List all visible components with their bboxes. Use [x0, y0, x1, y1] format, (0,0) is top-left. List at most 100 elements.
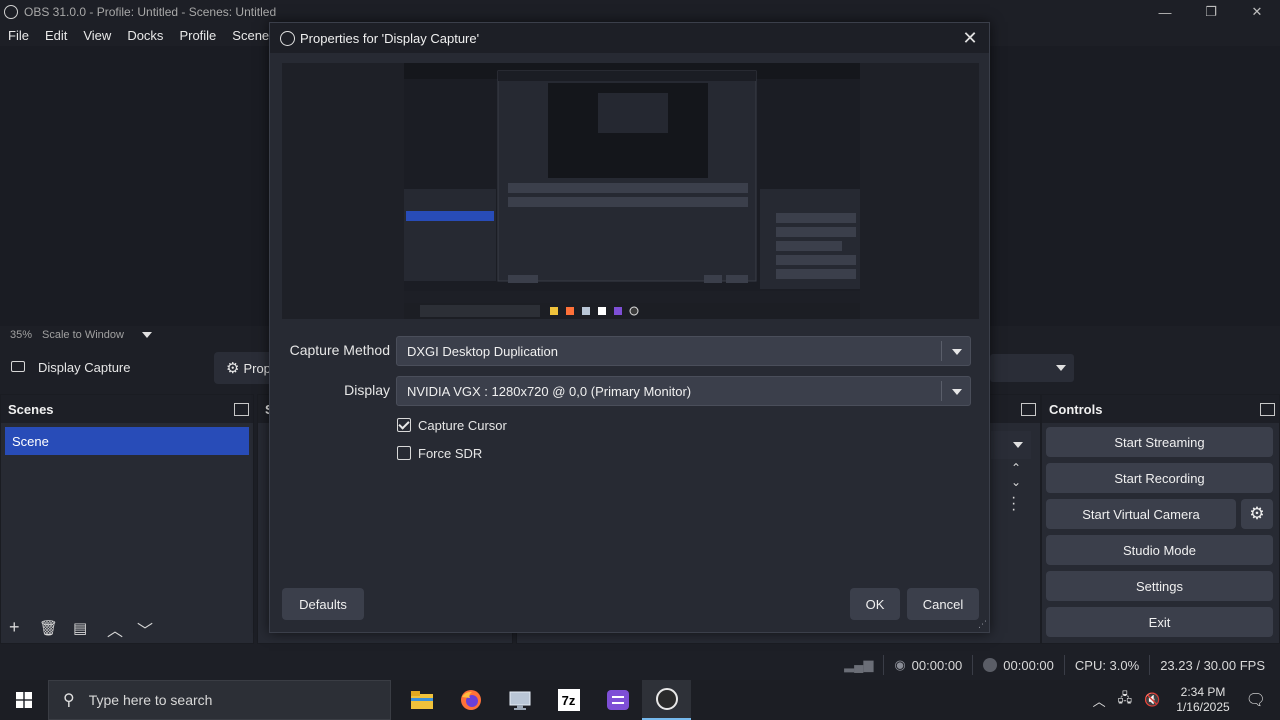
- capture-cursor-checkbox[interactable]: [397, 418, 411, 432]
- capture-method-value: DXGI Desktop Duplication: [407, 343, 559, 359]
- selected-source-label: Display Capture: [38, 360, 131, 375]
- obs-logo-icon: [280, 30, 295, 46]
- combo-separator: [941, 381, 942, 401]
- scale-dropdown-icon[interactable]: [141, 332, 152, 338]
- system-tray: ︿ 🖧 🔇 2:34 PM 1/16/2025 🗨: [1087, 680, 1280, 720]
- scale-percent: 35%: [10, 329, 33, 341]
- combo-separator: [941, 341, 942, 361]
- menu-docks[interactable]: Docks: [119, 28, 171, 43]
- window-titlebar: OBS 31.0.0 - Profile: Untitled - Scenes:…: [0, 0, 1280, 24]
- controls-dock-header: Controls: [1042, 395, 1279, 423]
- capture-cursor-label[interactable]: Capture Cursor: [418, 418, 507, 433]
- capture-method-select[interactable]: DXGI Desktop Duplication: [396, 336, 971, 366]
- windows-taskbar: ⚲ Type here to search 7z ︿ 🖧 🔇 2:34 PM 1…: [0, 680, 1280, 720]
- dialog-close-icon[interactable]: ✕: [957, 25, 983, 51]
- force-sdr-label[interactable]: Force SDR: [418, 446, 482, 461]
- scene-filters-icon[interactable]: ▤: [73, 619, 87, 637]
- record-time: 00:00:00: [1003, 657, 1054, 673]
- more-options-icon[interactable]: · · ·: [1011, 490, 1016, 518]
- obs-logo-icon: [4, 5, 18, 19]
- show-hidden-icons-icon[interactable]: ︿: [1087, 691, 1112, 710]
- source-toolbar-combo[interactable]: [990, 354, 1074, 382]
- network-icon[interactable]: 🖧: [1112, 689, 1139, 711]
- menu-file[interactable]: File: [0, 28, 37, 43]
- close-window-button[interactable]: ✕: [1234, 0, 1280, 24]
- scale-mode[interactable]: Scale to Window: [42, 329, 124, 341]
- exit-button[interactable]: Exit: [1046, 607, 1273, 637]
- stream-time: 00:00:00: [911, 657, 963, 673]
- controls-dock-title: Controls: [1049, 401, 1103, 417]
- undock-icon[interactable]: [1260, 403, 1275, 416]
- network-signal-icon: ▂▄▆: [844, 657, 874, 672]
- notifications-icon[interactable]: 🗨: [1240, 690, 1280, 710]
- cpu-usage: CPU: 3.0%: [1074, 657, 1140, 673]
- ok-button[interactable]: OK: [850, 588, 900, 620]
- chevron-down-icon: [1056, 365, 1066, 371]
- force-sdr-checkbox[interactable]: [397, 446, 411, 460]
- chevron-down-icon: [950, 345, 964, 359]
- move-up-icon[interactable]: ︿: [107, 617, 123, 641]
- recursive-capture-thumbnail: [404, 63, 860, 319]
- clock-time: 2:34 PM: [1180, 685, 1226, 699]
- dialog-titlebar: Properties for 'Display Capture' ✕: [270, 23, 989, 53]
- duration-spin-icon[interactable]: ⌃ ⌄: [1011, 461, 1021, 489]
- search-icon: ⚲: [63, 692, 75, 709]
- capture-method-label: Capture Method: [289, 342, 390, 358]
- remove-scene-icon[interactable]: 🗑: [39, 619, 58, 637]
- chevron-down-icon: [1013, 442, 1023, 448]
- remote-desktop-icon[interactable]: [495, 680, 544, 720]
- desktop-capture-preview-image: [404, 63, 860, 319]
- move-down-icon[interactable]: ﹀: [137, 617, 153, 641]
- properties-button[interactable]: ⚙ Prop: [214, 352, 274, 384]
- scene-list-item[interactable]: Scene: [5, 427, 249, 455]
- 7zip-icon[interactable]: 7z: [544, 680, 593, 720]
- cancel-button[interactable]: Cancel: [907, 588, 979, 620]
- clock-date: 1/16/2025: [1176, 700, 1230, 714]
- properties-button-label: Prop: [243, 360, 271, 376]
- menu-view[interactable]: View: [75, 28, 119, 43]
- fps-readout: 23.23 / 30.00 FPS: [1160, 657, 1265, 673]
- scenes-dock-header: Scenes: [1, 395, 253, 423]
- add-scene-icon[interactable]: +: [9, 617, 20, 638]
- window-title: OBS 31.0.0 - Profile: Untitled - Scenes:…: [24, 5, 277, 19]
- gear-icon: ⚙: [226, 360, 240, 377]
- settings-button[interactable]: Settings: [1046, 571, 1273, 601]
- display-value: NVIDIA VGX : 1280x720 @ 0,0 (Primary Mon…: [407, 383, 692, 399]
- undock-icon[interactable]: [1021, 403, 1036, 416]
- status-bar: ▂▄▆ ◉ 00:00:00 00:00:00 CPU: 3.0% 23.23 …: [0, 650, 1280, 680]
- firefox-icon[interactable]: [446, 680, 495, 720]
- chevron-down-icon: [950, 385, 964, 399]
- resize-grip-icon[interactable]: ⋰: [978, 619, 987, 630]
- menu-edit[interactable]: Edit: [37, 28, 75, 43]
- studio-mode-button[interactable]: Studio Mode: [1046, 535, 1273, 565]
- record-status: 00:00:00: [973, 658, 1064, 673]
- display-select[interactable]: NVIDIA VGX : 1280x720 @ 0,0 (Primary Mon…: [396, 376, 971, 406]
- properties-dialog: Properties for 'Display Capture' ✕ Captu…: [269, 22, 990, 633]
- system-clock[interactable]: 2:34 PM 1/16/2025: [1176, 685, 1229, 715]
- minimize-button[interactable]: —: [1142, 0, 1188, 24]
- obs-icon[interactable]: [642, 680, 691, 720]
- defaults-button[interactable]: Defaults: [282, 588, 364, 620]
- scenes-dock-title: Scenes: [8, 401, 54, 417]
- start-button[interactable]: [0, 680, 48, 720]
- scenes-dock: Scenes Scene + 🗑 ▤ ︿ ﹀: [0, 394, 254, 644]
- start-recording-button[interactable]: Start Recording: [1046, 463, 1273, 493]
- undock-icon[interactable]: [234, 403, 249, 416]
- restore-button[interactable]: ❐: [1188, 0, 1234, 24]
- notepad-icon[interactable]: [593, 680, 642, 720]
- start-streaming-button[interactable]: Start Streaming: [1046, 427, 1273, 457]
- capture-preview: [282, 63, 979, 319]
- virtual-camera-settings-gear-icon[interactable]: ⚙: [1241, 499, 1273, 529]
- stream-icon: ◉: [894, 657, 906, 672]
- taskbar-search-box[interactable]: ⚲ Type here to search: [48, 680, 391, 720]
- monitor-icon: [11, 361, 25, 372]
- transition-combo[interactable]: [991, 431, 1031, 459]
- dialog-title: Properties for 'Display Capture': [300, 30, 480, 46]
- record-icon: [983, 658, 998, 672]
- start-virtual-camera-button[interactable]: Start Virtual Camera: [1046, 499, 1236, 529]
- stream-status: ◉ 00:00:00: [884, 657, 972, 673]
- windows-logo-icon: [16, 692, 32, 708]
- file-explorer-icon[interactable]: [397, 680, 446, 720]
- menu-profile[interactable]: Profile: [171, 28, 224, 43]
- volume-muted-icon[interactable]: 🔇: [1138, 692, 1166, 708]
